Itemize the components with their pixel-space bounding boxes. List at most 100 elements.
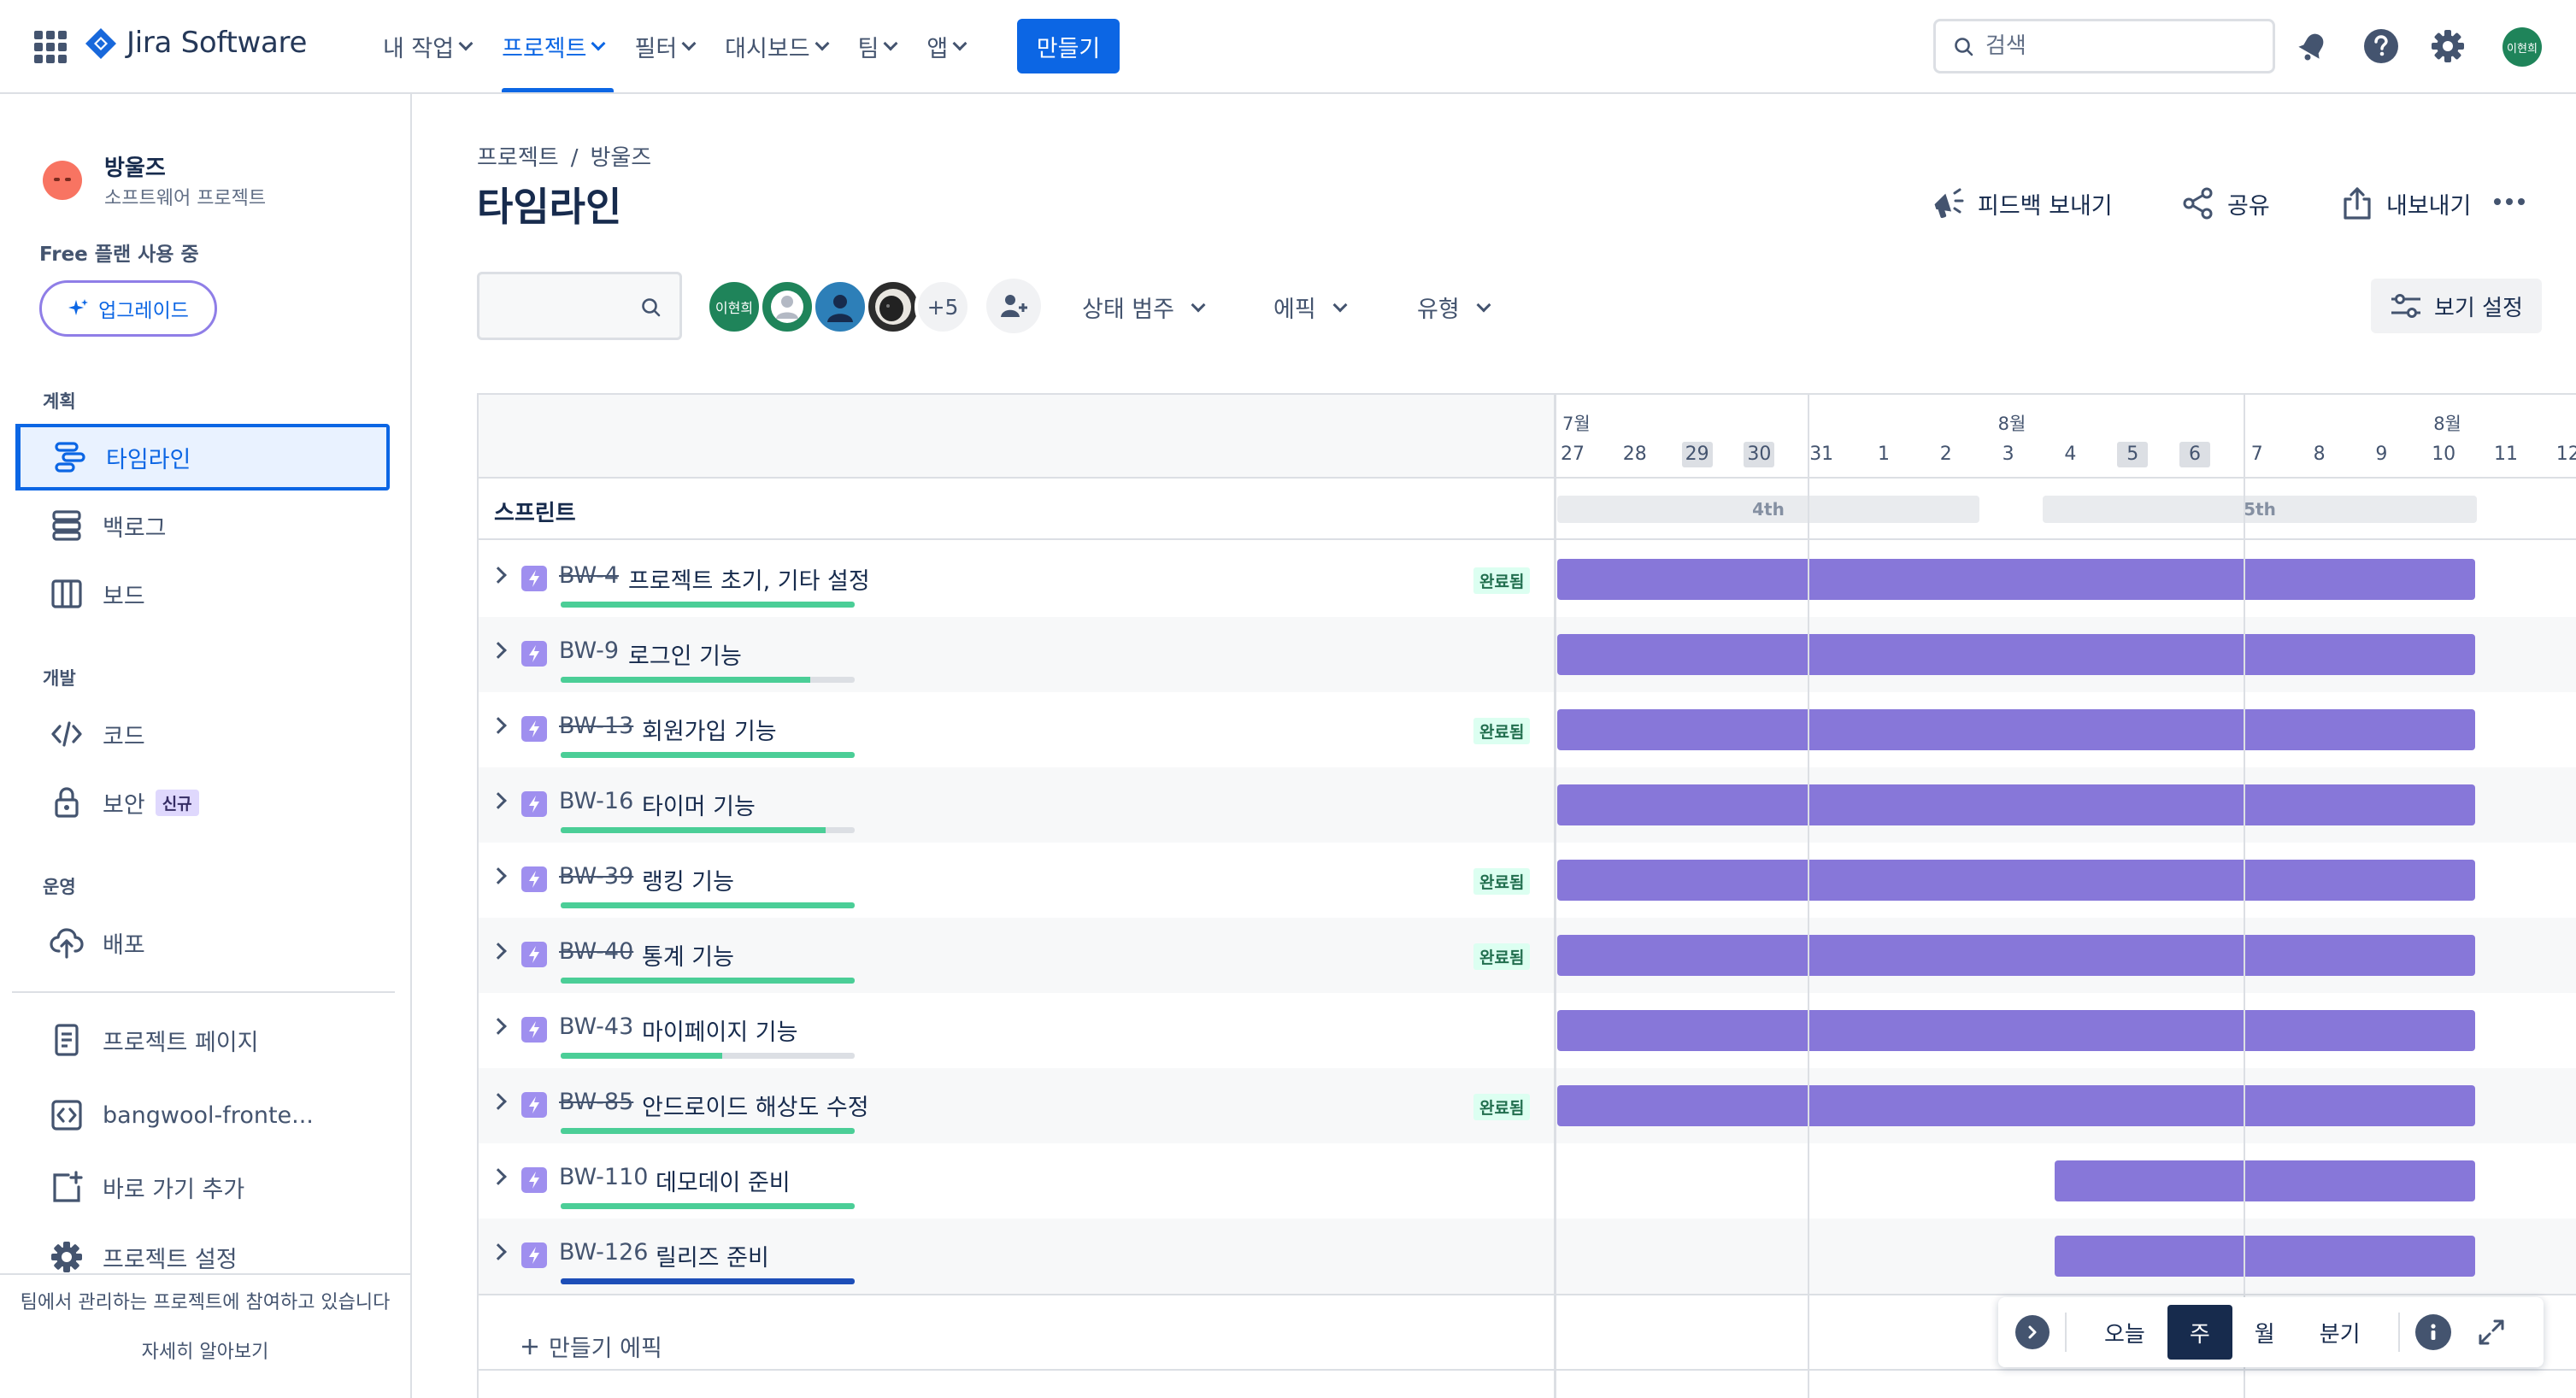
epic-key[interactable]: BW-85 bbox=[559, 1089, 633, 1115]
sprint-bar-5th[interactable]: 5th bbox=[2043, 496, 2477, 523]
create-button[interactable]: 만들기 bbox=[1017, 19, 1120, 73]
feedback-button[interactable]: 피드백 보내기 bbox=[1932, 185, 2113, 222]
epic-timeline-bar[interactable] bbox=[1557, 559, 2475, 600]
epic-row[interactable]: BW-110 데모데이 준비 bbox=[479, 1143, 2576, 1219]
epic-row[interactable]: BW-9 로그인 기능 bbox=[479, 617, 2576, 692]
sidebar-item-project-pages[interactable]: 프로젝트 페이지 bbox=[15, 1007, 390, 1073]
panel-divider[interactable] bbox=[1554, 395, 1556, 1398]
epic-title[interactable]: 안드로이드 해상도 수정 bbox=[642, 1089, 869, 1122]
chevron-right-icon[interactable] bbox=[490, 642, 507, 659]
search-input[interactable] bbox=[1985, 30, 2259, 62]
epic-title[interactable]: 프로젝트 초기, 기타 설정 bbox=[628, 562, 870, 596]
assignee-avatar-1[interactable]: 이현희 bbox=[706, 279, 762, 335]
epic-title[interactable]: 회원가입 기능 bbox=[642, 713, 777, 746]
zoom-month-button[interactable]: 월 bbox=[2232, 1305, 2297, 1360]
nav-my-work[interactable]: 내 작업 bbox=[368, 0, 486, 92]
epic-timeline-bar[interactable] bbox=[1557, 1010, 2475, 1051]
sidebar-item-board[interactable]: 보드 bbox=[15, 561, 390, 627]
epic-key[interactable]: BW-13 bbox=[559, 713, 633, 739]
project-name[interactable]: 방울즈 bbox=[104, 150, 166, 182]
epic-title[interactable]: 타이머 기능 bbox=[642, 788, 756, 821]
chevron-right-icon[interactable] bbox=[490, 867, 507, 884]
add-people-button[interactable] bbox=[986, 279, 1041, 333]
sprint-bar-4th[interactable]: 4th bbox=[1557, 496, 1979, 523]
sidebar-item-timeline[interactable]: 타임라인 bbox=[15, 424, 390, 490]
nav-teams[interactable]: 팀 bbox=[843, 0, 912, 92]
timeline-search-field[interactable] bbox=[477, 272, 682, 340]
epic-row[interactable]: BW-85 안드로이드 해상도 수정 완료됨 bbox=[479, 1068, 2576, 1143]
today-button[interactable]: 오늘 bbox=[2082, 1305, 2167, 1360]
search-field[interactable] bbox=[1933, 19, 2275, 73]
export-button[interactable]: 내보내기 bbox=[2340, 185, 2471, 222]
epic-title[interactable]: 릴리즈 준비 bbox=[656, 1239, 769, 1272]
chevron-right-icon[interactable] bbox=[490, 1168, 507, 1185]
epic-timeline-bar[interactable] bbox=[2055, 1236, 2475, 1277]
chevron-right-icon[interactable] bbox=[490, 943, 507, 960]
chevron-right-icon[interactable] bbox=[490, 1093, 507, 1110]
epic-timeline-bar[interactable] bbox=[1557, 935, 2475, 976]
epic-row[interactable]: BW-39 랭킹 기능 완료됨 bbox=[479, 843, 2576, 918]
epic-row[interactable]: BW-16 타이머 기능 bbox=[479, 767, 2576, 843]
notifications-icon[interactable] bbox=[2294, 27, 2332, 65]
epic-row[interactable]: BW-126 릴리즈 준비 bbox=[479, 1219, 2576, 1294]
status-category-dropdown[interactable]: 상태 범주 bbox=[1082, 291, 1206, 324]
assignee-avatar-3[interactable] bbox=[812, 279, 868, 335]
epic-key[interactable]: BW-126 bbox=[559, 1239, 648, 1266]
epic-timeline-bar[interactable] bbox=[1557, 860, 2475, 901]
fullscreen-icon[interactable] bbox=[2477, 1318, 2506, 1347]
app-name[interactable]: Jira Software bbox=[126, 26, 307, 60]
epic-timeline-bar[interactable] bbox=[1557, 709, 2475, 750]
epic-title[interactable]: 통계 기능 bbox=[642, 938, 734, 972]
nav-filters[interactable]: 필터 bbox=[619, 0, 709, 92]
epic-row[interactable]: BW-4 프로젝트 초기, 기타 설정 완료됨 bbox=[479, 542, 2576, 617]
more-actions-icon[interactable] bbox=[2494, 198, 2525, 205]
chevron-right-icon[interactable] bbox=[490, 1018, 507, 1035]
learn-more-link[interactable]: 자세히 알아보기 bbox=[0, 1336, 410, 1364]
more-assignees[interactable]: +5 bbox=[915, 279, 971, 335]
nav-apps[interactable]: 앱 bbox=[911, 0, 980, 92]
epic-timeline-bar[interactable] bbox=[1557, 634, 2475, 675]
collapse-panel-button[interactable] bbox=[2015, 1315, 2050, 1349]
chevron-right-icon[interactable] bbox=[490, 567, 507, 584]
info-icon[interactable] bbox=[2414, 1314, 2451, 1350]
epic-row[interactable]: BW-40 통계 기능 완료됨 bbox=[479, 918, 2576, 993]
epic-title[interactable]: 데모데이 준비 bbox=[656, 1164, 791, 1197]
zoom-quarter-button[interactable]: 분기 bbox=[2297, 1305, 2383, 1360]
epic-dropdown[interactable]: 에픽 bbox=[1273, 291, 1348, 324]
share-button[interactable]: 공유 bbox=[2181, 185, 2270, 222]
epic-key[interactable]: BW-39 bbox=[559, 863, 633, 890]
epic-row[interactable]: BW-43 마이페이지 기능 bbox=[479, 993, 2576, 1068]
app-switcher-icon[interactable] bbox=[34, 31, 67, 63]
user-avatar[interactable]: 이현희 bbox=[2502, 27, 2542, 67]
sidebar-item-repository[interactable]: bangwool-fronte... bbox=[15, 1082, 390, 1148]
upgrade-button[interactable]: 업그레이드 bbox=[39, 280, 217, 337]
sidebar-item-security[interactable]: 보안 신규 bbox=[15, 769, 390, 836]
chevron-right-icon[interactable] bbox=[490, 1243, 507, 1260]
epic-timeline-bar[interactable] bbox=[1557, 1085, 2475, 1126]
epic-key[interactable]: BW-110 bbox=[559, 1164, 648, 1190]
sidebar-item-add-shortcut[interactable]: 바로 가기 추가 bbox=[15, 1154, 390, 1220]
sidebar-item-backlog[interactable]: 백로그 bbox=[15, 492, 390, 559]
epic-key[interactable]: BW-43 bbox=[559, 1013, 633, 1040]
breadcrumb-projects[interactable]: 프로젝트 bbox=[477, 145, 559, 171]
view-settings-button[interactable]: 보기 설정 bbox=[2371, 279, 2542, 333]
nav-dashboards[interactable]: 대시보드 bbox=[709, 0, 842, 92]
help-icon[interactable] bbox=[2362, 27, 2400, 65]
assignee-avatar-2[interactable] bbox=[759, 279, 815, 335]
breadcrumb-project[interactable]: 방울즈 bbox=[590, 145, 651, 171]
settings-gear-icon[interactable] bbox=[2429, 27, 2467, 65]
type-dropdown[interactable]: 유형 bbox=[1417, 291, 1491, 324]
sidebar-item-code[interactable]: 코드 bbox=[15, 701, 390, 767]
epic-title[interactable]: 로그인 기능 bbox=[628, 637, 742, 671]
chevron-right-icon[interactable] bbox=[490, 717, 507, 734]
epic-key[interactable]: BW-4 bbox=[559, 562, 619, 589]
create-epic-button[interactable]: 만들기 에픽 bbox=[520, 1330, 662, 1363]
epic-key[interactable]: BW-9 bbox=[559, 637, 619, 664]
jira-logo-icon[interactable] bbox=[84, 26, 118, 61]
nav-projects[interactable]: 프로젝트 bbox=[486, 0, 619, 92]
epic-timeline-bar[interactable] bbox=[1557, 784, 2475, 825]
epic-key[interactable]: BW-16 bbox=[559, 788, 633, 814]
project-avatar[interactable] bbox=[43, 161, 82, 200]
assignee-avatar-4[interactable] bbox=[865, 279, 921, 335]
sidebar-item-deploy[interactable]: 배포 bbox=[15, 909, 390, 976]
